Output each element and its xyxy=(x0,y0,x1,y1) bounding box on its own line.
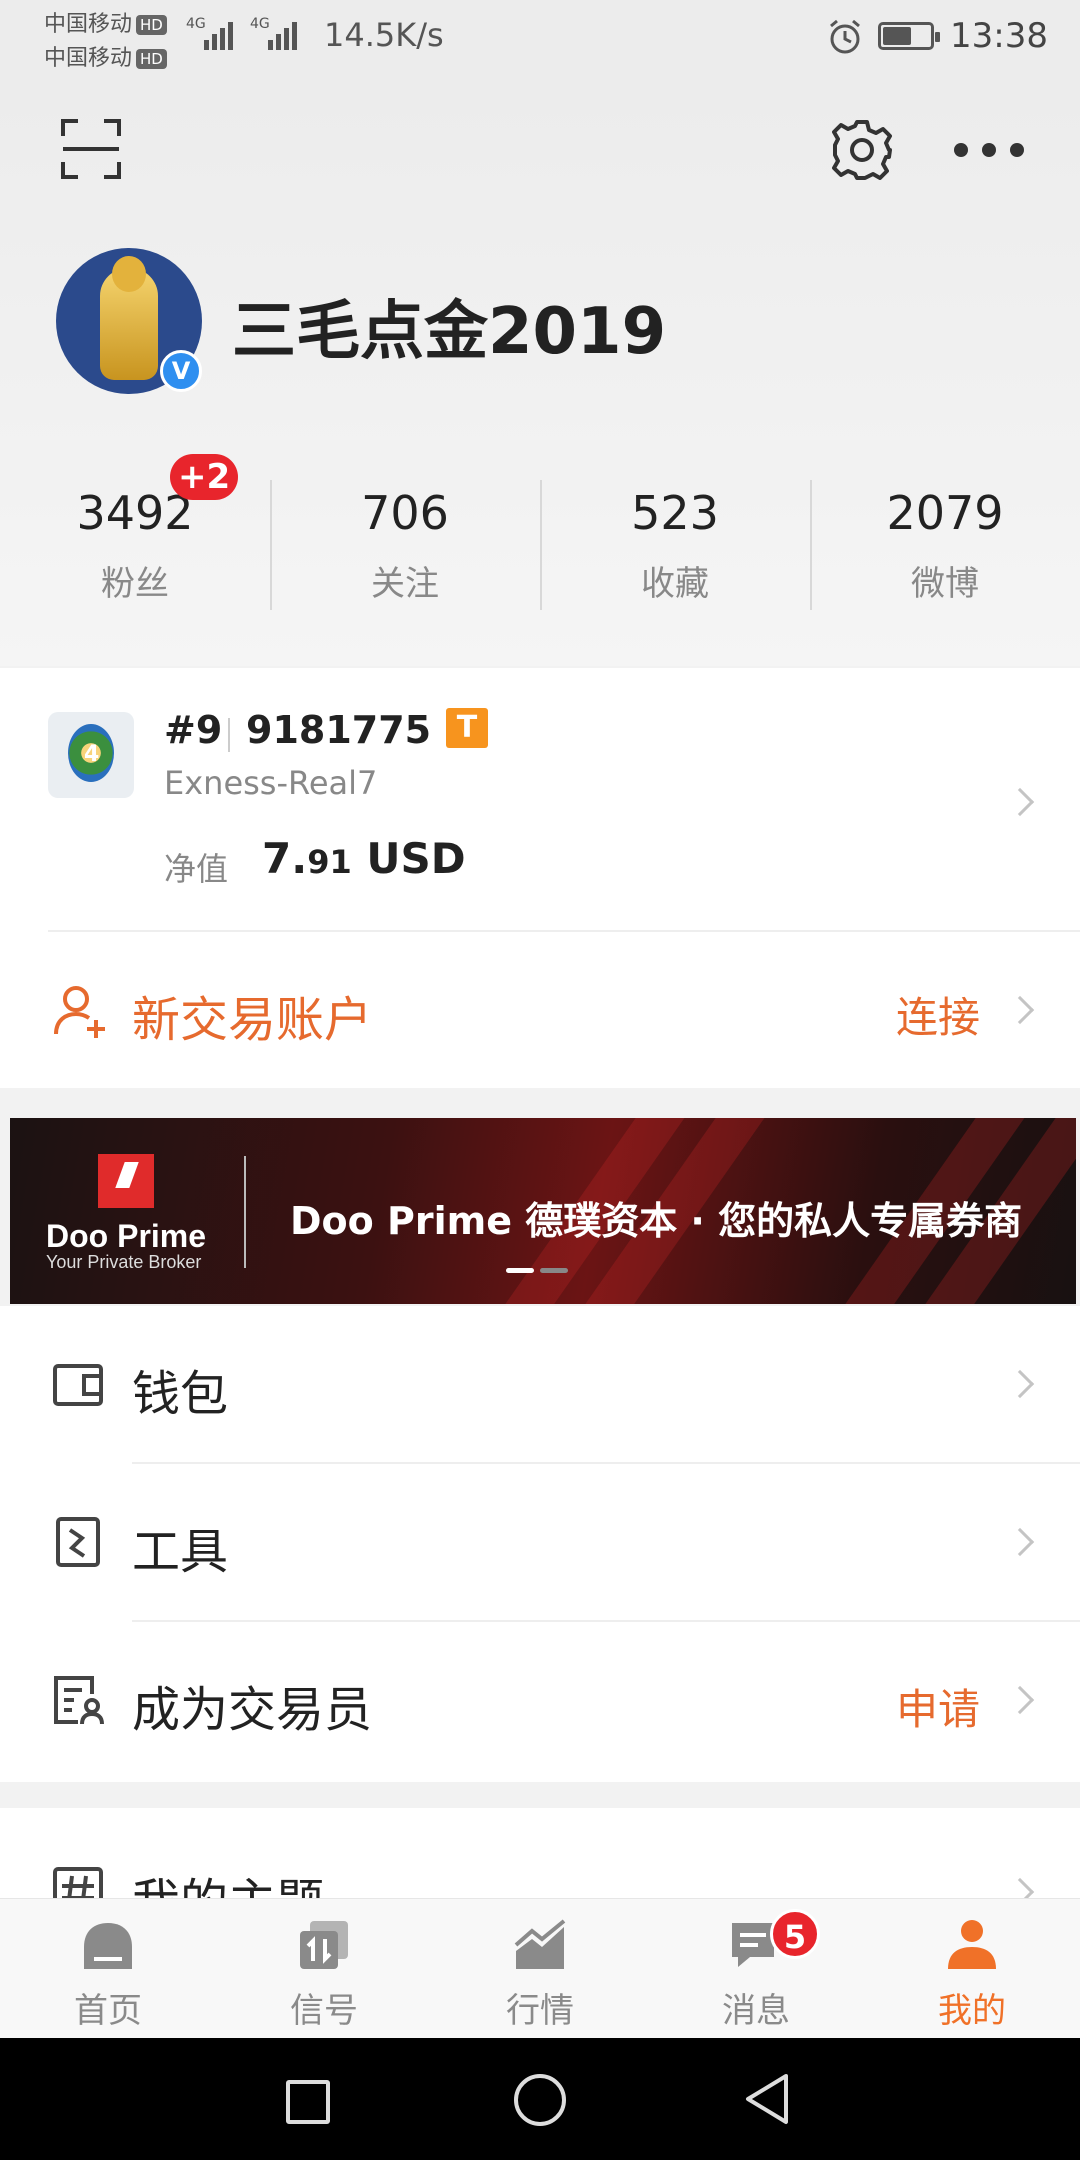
banner-pagination xyxy=(506,1268,568,1273)
scan-icon[interactable] xyxy=(60,118,122,180)
banner-dot xyxy=(540,1268,568,1273)
stat-favorites[interactable]: 523 收藏 xyxy=(540,470,810,620)
stat-following-value: 706 xyxy=(361,486,449,540)
verified-badge: V xyxy=(160,350,202,392)
menu-item-tools[interactable]: 工具 xyxy=(0,1464,1080,1622)
alarm-icon xyxy=(830,19,860,54)
network-type-2: 4G xyxy=(250,16,270,32)
network-speed: 14.5K/s xyxy=(324,16,444,54)
menu-item-become-trader[interactable]: 成为交易员 申请 xyxy=(0,1622,1080,1780)
carrier-1: 中国移动 HD xyxy=(44,6,167,38)
add-user-icon xyxy=(54,986,105,1038)
signal-bars-2-icon xyxy=(268,18,297,50)
tab-market-label: 行情 xyxy=(506,1991,574,2031)
stat-posts-value: 2079 xyxy=(886,486,1004,540)
signal-icon xyxy=(300,1921,348,1969)
recent-apps-button[interactable] xyxy=(286,2080,330,2124)
network-type-1: 4G xyxy=(186,16,206,32)
wallet-label: 钱包 xyxy=(132,1366,229,1422)
banner-slogan: Doo Prime 德璞资本 · 您的私人专属券商 xyxy=(290,1199,1023,1243)
stat-following[interactable]: 706 关注 xyxy=(270,470,540,620)
menu-item-my-topics[interactable]: 我的主题 xyxy=(0,1808,1080,1908)
username[interactable]: 三毛点金2019 xyxy=(232,280,666,372)
chevron-right-icon xyxy=(1005,1369,1035,1399)
person-icon xyxy=(948,1920,996,1969)
trader-profile-icon xyxy=(54,1676,104,1725)
new-followers-badge: +2 xyxy=(170,454,239,500)
tab-market[interactable]: 行情 xyxy=(432,1899,648,2039)
chart-icon xyxy=(514,1919,566,1969)
apply-link[interactable]: 申请 xyxy=(896,1676,980,1737)
equity-currency: USD xyxy=(366,834,466,883)
account-server: Exness-Real7 xyxy=(164,764,378,802)
stat-following-label: 关注 xyxy=(371,564,439,604)
mt4-logo-number: 4 xyxy=(84,742,100,767)
profile-stats: 3492 粉丝 +2 706 关注 523 收藏 2079 微博 xyxy=(0,454,1080,620)
promo-banner[interactable]: Doo Prime Your Private Broker Doo Prime … xyxy=(10,1118,1076,1304)
equity-integer: 7. xyxy=(262,834,308,883)
home-icon xyxy=(84,1923,132,1969)
tab-home-label: 首页 xyxy=(74,1991,142,2031)
equity-decimals: 91 xyxy=(307,843,352,881)
stat-followers-label: 粉丝 xyxy=(101,564,169,604)
battery-level-fill xyxy=(883,27,911,45)
trading-account-card: 4 #9 9181775 T Exness-Real7 净值 7.91 USD … xyxy=(0,668,1080,1088)
clock: 13:38 xyxy=(950,16,1048,56)
account-type-tag: T xyxy=(446,708,488,748)
tools-label: 工具 xyxy=(132,1524,229,1580)
settings-menu: 钱包 工具 成为交易员 申请 xyxy=(0,1306,1080,1782)
home-button[interactable] xyxy=(514,2074,566,2126)
avatar-buddha-head xyxy=(112,256,146,292)
tab-signals-label: 信号 xyxy=(290,1991,358,2031)
bottom-tab-bar: 首页 信号 行情 5 消息 我的 xyxy=(0,1898,1080,2038)
account-rank: #9 xyxy=(164,708,223,752)
banner-dot-active xyxy=(506,1268,534,1273)
carrier-2: 中国移动 HD xyxy=(44,40,167,72)
battery-icon xyxy=(878,22,940,50)
wallet-icon xyxy=(53,1364,103,1406)
account-number: 9181775 xyxy=(246,708,432,752)
chevron-right-icon xyxy=(1005,787,1035,817)
banner-brand-tagline: Your Private Broker xyxy=(46,1252,202,1272)
connect-link[interactable]: 连接 xyxy=(896,984,980,1045)
hd-badge-2: HD xyxy=(136,49,167,69)
doo-prime-logo-icon xyxy=(98,1154,154,1208)
back-button[interactable] xyxy=(742,2072,792,2126)
account-row[interactable]: 4 #9 9181775 T Exness-Real7 净值 7.91 USD xyxy=(0,668,1080,930)
tab-me[interactable]: 我的 xyxy=(864,1899,1080,2039)
tab-messages-label: 消息 xyxy=(722,1991,790,2031)
tab-home[interactable]: 首页 xyxy=(0,1899,216,2039)
account-rank-divider xyxy=(228,718,230,752)
mt4-logo-icon: 4 xyxy=(48,712,134,798)
chevron-right-icon xyxy=(1005,1527,1035,1557)
carrier-2-label: 中国移动 xyxy=(44,46,133,71)
equity-label: 净值 xyxy=(164,850,229,888)
stat-favorites-label: 收藏 xyxy=(641,564,709,604)
new-trading-account-label: 新交易账户 xyxy=(132,992,373,1048)
equity-value: 7.91 USD xyxy=(262,834,466,883)
banner-brand-name: Doo Prime xyxy=(46,1218,207,1254)
status-bar: 中国移动 HD 中国移动 HD 4G 4G 14.5K/s 13:38 xyxy=(0,0,1080,80)
carrier-1-label: 中国移动 xyxy=(44,12,133,37)
tab-signals[interactable]: 信号 xyxy=(216,1899,432,2039)
unread-messages-badge: 5 xyxy=(770,1909,820,1959)
system-nav-bar xyxy=(0,2038,1080,2160)
gear-icon[interactable] xyxy=(830,118,894,182)
more-icon[interactable] xyxy=(954,138,1024,162)
stat-posts[interactable]: 2079 微博 xyxy=(810,470,1080,620)
menu-item-wallet[interactable]: 钱包 xyxy=(0,1306,1080,1464)
tab-messages[interactable]: 5 消息 xyxy=(648,1899,864,2039)
signal-bars-1-icon xyxy=(204,18,233,50)
become-trader-label: 成为交易员 xyxy=(132,1682,373,1738)
chevron-right-icon xyxy=(1005,1685,1035,1715)
banner-divider xyxy=(244,1156,246,1268)
tools-icon xyxy=(56,1517,100,1567)
hd-badge: HD xyxy=(136,15,167,35)
stat-posts-label: 微博 xyxy=(911,564,979,604)
stat-followers[interactable]: 3492 粉丝 +2 xyxy=(0,454,270,620)
tab-me-label: 我的 xyxy=(938,1991,1006,2031)
stat-favorites-value: 523 xyxy=(631,486,719,540)
